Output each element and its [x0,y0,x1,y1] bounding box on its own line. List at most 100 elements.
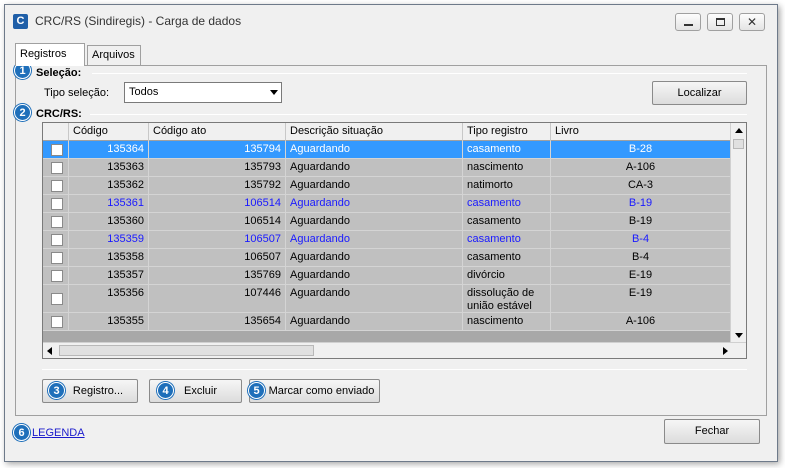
close-button[interactable]: ✕ [739,13,765,31]
title-bar: C CRC/RS (Sindiregis) - Carga de dados ✕ [5,5,777,37]
cell-checkbox [43,285,69,312]
table-row[interactable]: 135357 135769 Aguardando divórcio E-19 [43,267,731,285]
row-checkbox[interactable] [51,198,63,210]
scroll-up-icon[interactable] [735,128,743,133]
table-row[interactable]: 135358 106507 Aguardando casamento B-4 [43,249,731,267]
cell-codigo-ato: 106514 [149,195,286,212]
table-row[interactable]: 135364 135794 Aguardando casamento B-28 [43,141,731,159]
cell-tipo-registro: dissolução de união estável [463,285,551,312]
scroll-left-icon[interactable] [47,347,52,355]
table-row[interactable]: 135362 135792 Aguardando natimorto CA-3 [43,177,731,195]
cell-codigo-ato: 135654 [149,313,286,330]
vertical-scrollbar[interactable] [730,123,746,343]
crc-heading: CRC/RS: [36,108,82,120]
cell-descricao-situacao: Aguardando [286,177,463,194]
cell-codigo-ato: 135769 [149,267,286,284]
cell-livro: CA-3 [551,177,731,194]
grid-header: Código Código ato Descrição situação Tip… [43,123,731,141]
header-codigo[interactable]: Código [69,123,149,141]
scroll-down-icon[interactable] [735,333,743,338]
table-row[interactable]: 135363 135793 Aguardando nascimento A-106 [43,159,731,177]
cell-checkbox [43,249,69,266]
table-row[interactable]: 135360 106514 Aguardando casamento B-19 [43,213,731,231]
cell-descricao-situacao: Aguardando [286,313,463,330]
cell-descricao-situacao: Aguardando [286,267,463,284]
row-checkbox[interactable] [51,144,63,156]
horizontal-scrollbar[interactable] [43,342,746,358]
cell-codigo: 135361 [69,195,149,212]
crc-divider [90,114,747,115]
vertical-scroll-thumb[interactable] [733,139,744,149]
cell-tipo-registro: divórcio [463,267,551,284]
cell-checkbox [43,267,69,284]
cell-codigo-ato: 106514 [149,213,286,230]
table-row[interactable]: 135359 106507 Aguardando casamento B-4 [43,231,731,249]
table-row[interactable]: 135355 135654 Aguardando nascimento A-106 [43,313,731,331]
cell-checkbox [43,177,69,194]
tab-arquivos[interactable]: Arquivos [87,45,141,65]
row-checkbox[interactable] [51,162,63,174]
cell-checkbox [43,195,69,212]
cell-livro: B-19 [551,195,731,212]
cell-livro: B-4 [551,249,731,266]
row-checkbox[interactable] [51,252,63,264]
tab-registros[interactable]: Registros [15,43,85,66]
cell-descricao-situacao: Aguardando [286,213,463,230]
actions-divider [42,369,747,370]
cell-descricao-situacao: Aguardando [286,195,463,212]
cell-codigo: 135359 [69,231,149,248]
cell-tipo-registro: casamento [463,249,551,266]
cell-codigo: 135362 [69,177,149,194]
cell-livro: B-4 [551,231,731,248]
header-livro[interactable]: Livro [551,123,731,141]
callout-badge-6: 6 [13,424,30,441]
cell-codigo-ato: 106507 [149,249,286,266]
cell-livro: A-106 [551,159,731,176]
row-checkbox[interactable] [51,270,63,282]
cell-checkbox [43,213,69,230]
header-tipo-registro[interactable]: Tipo registro [463,123,551,141]
cell-descricao-situacao: Aguardando [286,141,463,158]
app-icon: C [13,14,28,29]
row-checkbox[interactable] [51,234,63,246]
cell-codigo-ato: 135793 [149,159,286,176]
cell-codigo: 135360 [69,213,149,230]
tipo-selecao-select[interactable]: Todos [124,82,282,103]
horizontal-scroll-thumb[interactable] [59,345,314,356]
cell-codigo-ato: 106507 [149,231,286,248]
cell-tipo-registro: nascimento [463,313,551,330]
window-title: CRC/RS (Sindiregis) - Carga de dados [35,14,242,28]
legenda-link[interactable]: LEGENDA [32,427,85,439]
row-checkbox[interactable] [51,216,63,228]
maximize-button[interactable] [707,13,733,31]
callout-badge-2: 2 [14,104,31,121]
minimize-button[interactable] [675,13,701,31]
scroll-right-icon[interactable] [723,347,728,355]
header-descricao-situacao[interactable]: Descrição situação [286,123,463,141]
cell-codigo: 135358 [69,249,149,266]
table-row[interactable]: 135356 107446 Aguardando dissolução de uniã… [43,285,731,313]
row-checkbox[interactable] [51,293,63,305]
cell-checkbox [43,231,69,248]
cell-livro: B-28 [551,141,731,158]
cell-checkbox [43,141,69,158]
table-row[interactable]: 135361 106514 Aguardando casamento B-19 [43,195,731,213]
cell-descricao-situacao: Aguardando [286,159,463,176]
marcar-como-enviado-button[interactable]: Marcar como enviado [249,379,380,403]
header-codigo-ato[interactable]: Código ato [149,123,286,141]
cell-tipo-registro: casamento [463,231,551,248]
close-icon: ✕ [746,15,758,29]
tipo-selecao-label: Tipo seleção: [44,87,110,99]
tipo-selecao-value: Todos [129,86,159,98]
fechar-button[interactable]: Fechar [664,419,760,444]
callout-badge-3: 3 [48,382,65,399]
cell-codigo-ato: 107446 [149,285,286,312]
cell-checkbox [43,313,69,330]
cell-tipo-registro: casamento [463,141,551,158]
row-checkbox[interactable] [51,316,63,328]
grid-rows: 135364 135794 Aguardando casamento B-28 13536… [43,141,731,343]
cell-codigo-ato: 135794 [149,141,286,158]
localizar-button[interactable]: Localizar [652,81,747,105]
row-checkbox[interactable] [51,180,63,192]
cell-codigo: 135356 [69,285,149,312]
